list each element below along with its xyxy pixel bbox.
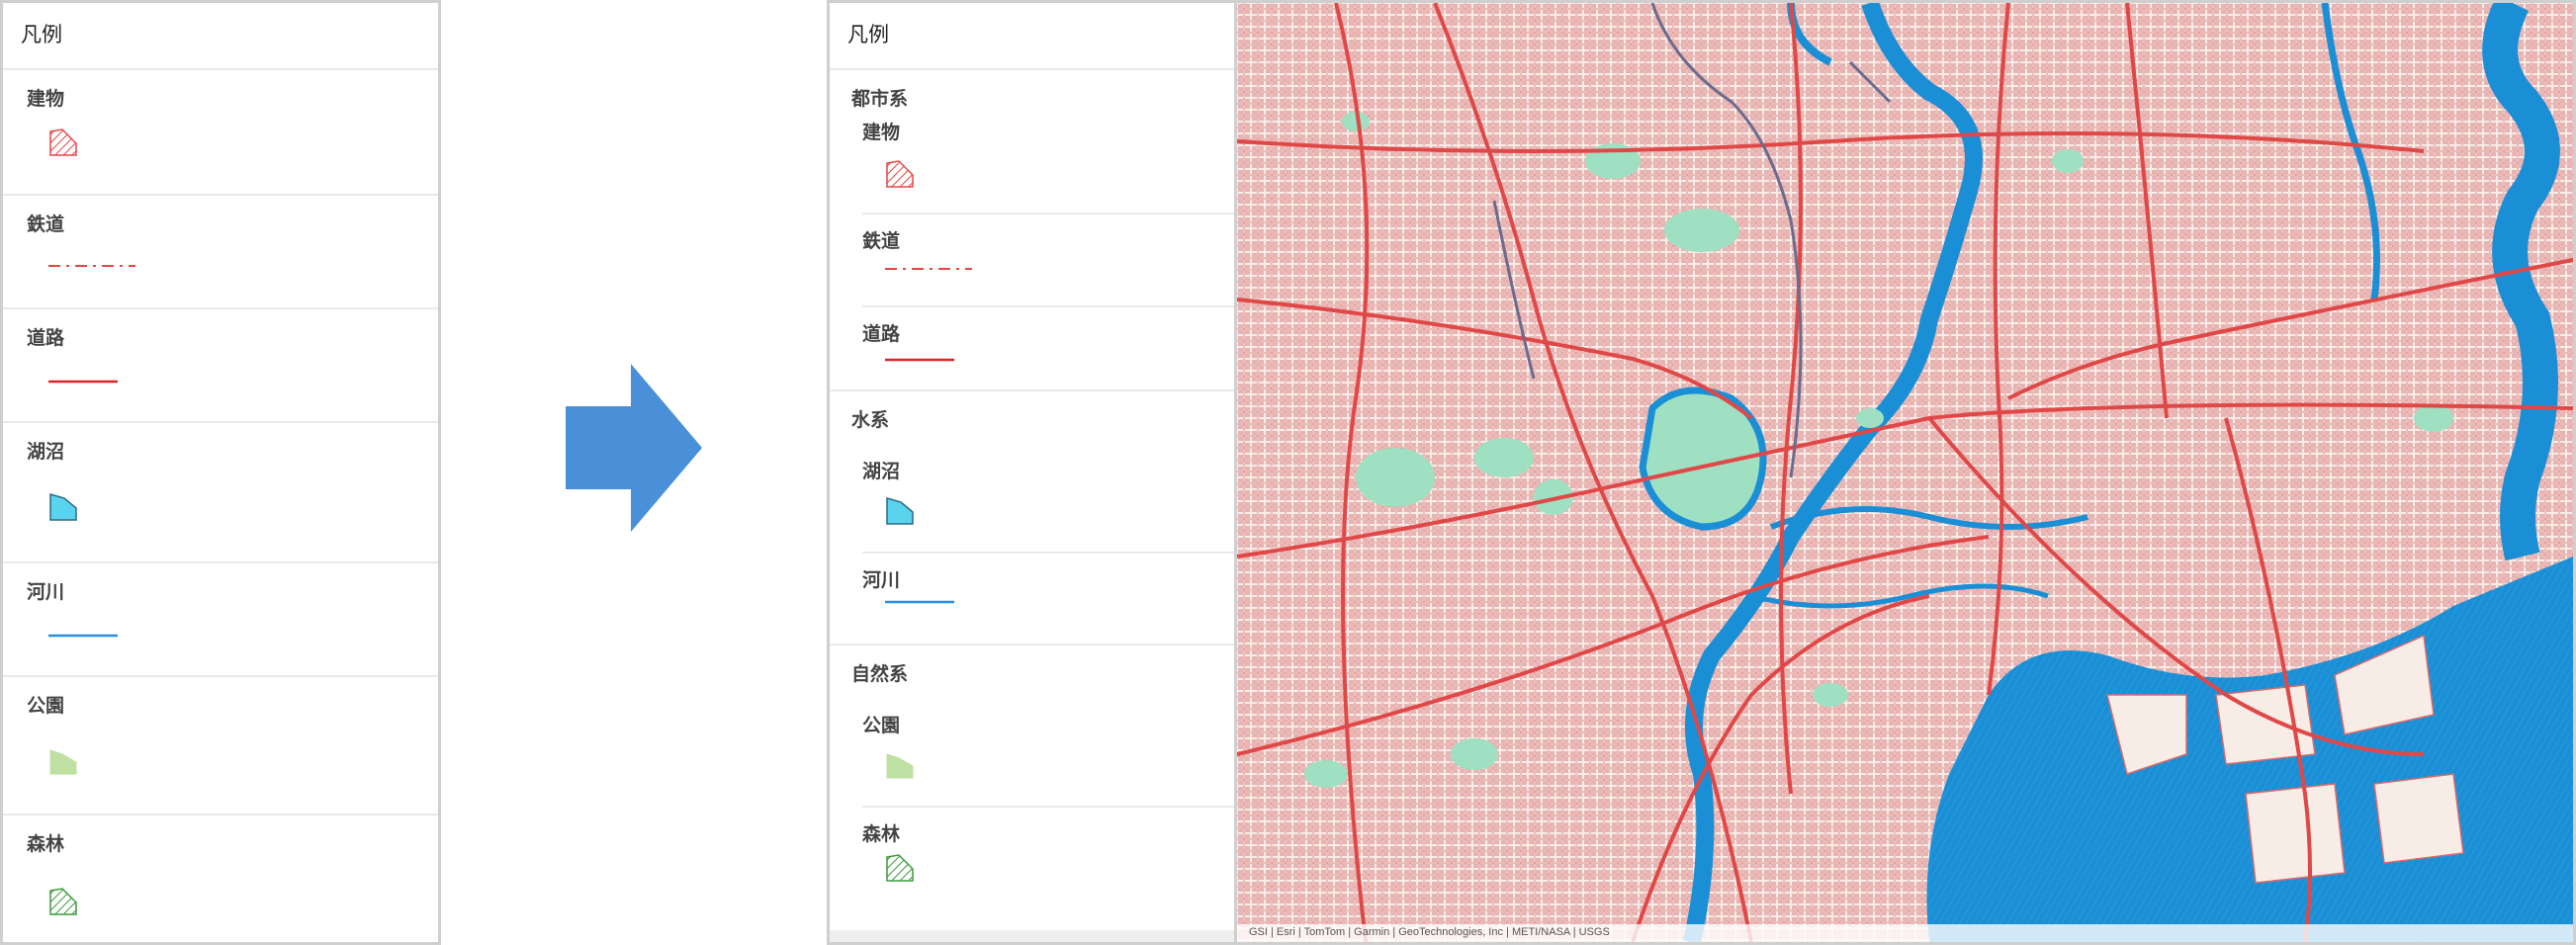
legend-group-label: 自然系: [851, 663, 909, 685]
map-attribution: GSI | Esri | TomTom | Garmin | GeoTechno…: [1237, 924, 2573, 942]
legend-group-water: 水系 湖沼 河川: [830, 391, 1236, 645]
hatched-green-polygon-icon: [49, 888, 77, 915]
legend-group-urban: 都市系 建物 鉄道 道路: [830, 70, 1236, 391]
legend-group-label: 都市系: [851, 88, 909, 110]
blue-line-icon: [48, 634, 118, 638]
park: [1356, 448, 1435, 507]
park: [1664, 209, 1739, 252]
legend-item-railway: 鉄道: [3, 196, 438, 309]
park: [2414, 404, 2453, 432]
park: [1474, 438, 1534, 477]
park: [1813, 683, 1848, 707]
legend-panel-after: 凡例 都市系 建物 鉄道 道路 水系 湖沼 河川 自然系 公園 森林: [827, 0, 1236, 945]
legend-group-label: 水系: [851, 409, 890, 431]
legend-group-nature: 自然系 公園 森林: [830, 645, 1236, 936]
legend-item-river: 河川: [862, 565, 1236, 625]
legend-item-label: 河川: [862, 569, 901, 591]
legend-item-building: 建物: [862, 118, 1236, 215]
legend-item-lake: 湖沼: [862, 457, 1236, 554]
pier: [2245, 783, 2346, 884]
park: [1856, 408, 1884, 428]
map-canvas[interactable]: [1237, 3, 2573, 942]
legend-title: 凡例: [830, 3, 1236, 70]
legend-item-road: 道路: [3, 309, 438, 423]
legend-item-lake: 湖沼: [3, 423, 438, 563]
legend-item-label: 森林: [27, 833, 65, 855]
legend-item-label: 鉄道: [862, 230, 901, 252]
park: [2052, 149, 2084, 173]
legend-item-label: 公園: [862, 715, 901, 736]
legend-item-label: 建物: [862, 122, 901, 143]
legend-item-label: 湖沼: [27, 441, 65, 463]
legend-item-label: 建物: [27, 88, 65, 110]
green-polygon-icon: [49, 749, 77, 775]
legend-item-label: 湖沼: [862, 461, 901, 482]
red-dash-dot-line-icon: [885, 268, 972, 270]
pier: [2373, 773, 2464, 864]
legend-item-label: 鉄道: [27, 214, 65, 235]
blue-line-icon: [885, 600, 954, 604]
legend-item-park: 公園: [3, 677, 438, 816]
hatched-red-polygon-icon: [49, 129, 77, 156]
legend-item-road: 道路: [862, 319, 1236, 379]
legend-scroll-footer: [830, 930, 1236, 942]
legend-item-railway: 鉄道: [862, 226, 1236, 307]
legend-item-forest: 森林: [3, 816, 438, 942]
legend-item-park: 公園: [862, 711, 1236, 808]
legend-item-label: 公園: [27, 695, 65, 717]
legend-item-river: 河川: [3, 563, 438, 677]
legend-title: 凡例: [3, 3, 438, 70]
cyan-polygon-icon: [49, 493, 77, 521]
park: [1451, 738, 1498, 770]
legend-panel-before: 凡例 建物 鉄道 道路 湖沼 河川 公園 森林: [0, 0, 441, 945]
legend-item-label: 森林: [862, 823, 901, 845]
red-line-icon: [885, 358, 954, 362]
hatched-red-polygon-icon: [886, 160, 914, 188]
green-polygon-icon: [886, 753, 914, 779]
legend-item-label: 河川: [27, 581, 65, 603]
legend-item-building: 建物: [3, 70, 438, 196]
red-line-icon: [48, 380, 118, 384]
hatched-green-polygon-icon: [886, 854, 914, 882]
legend-item-label: 道路: [27, 327, 65, 349]
legend-item-forest: 森林: [862, 819, 1236, 908]
legend-item-label: 道路: [862, 323, 901, 345]
right-arrow-icon: [566, 364, 702, 532]
red-dash-dot-line-icon: [48, 265, 135, 267]
map-view[interactable]: GSI | Esri | TomTom | Garmin | GeoTechno…: [1234, 0, 2576, 945]
cyan-polygon-icon: [886, 497, 914, 525]
park: [1304, 760, 1348, 788]
